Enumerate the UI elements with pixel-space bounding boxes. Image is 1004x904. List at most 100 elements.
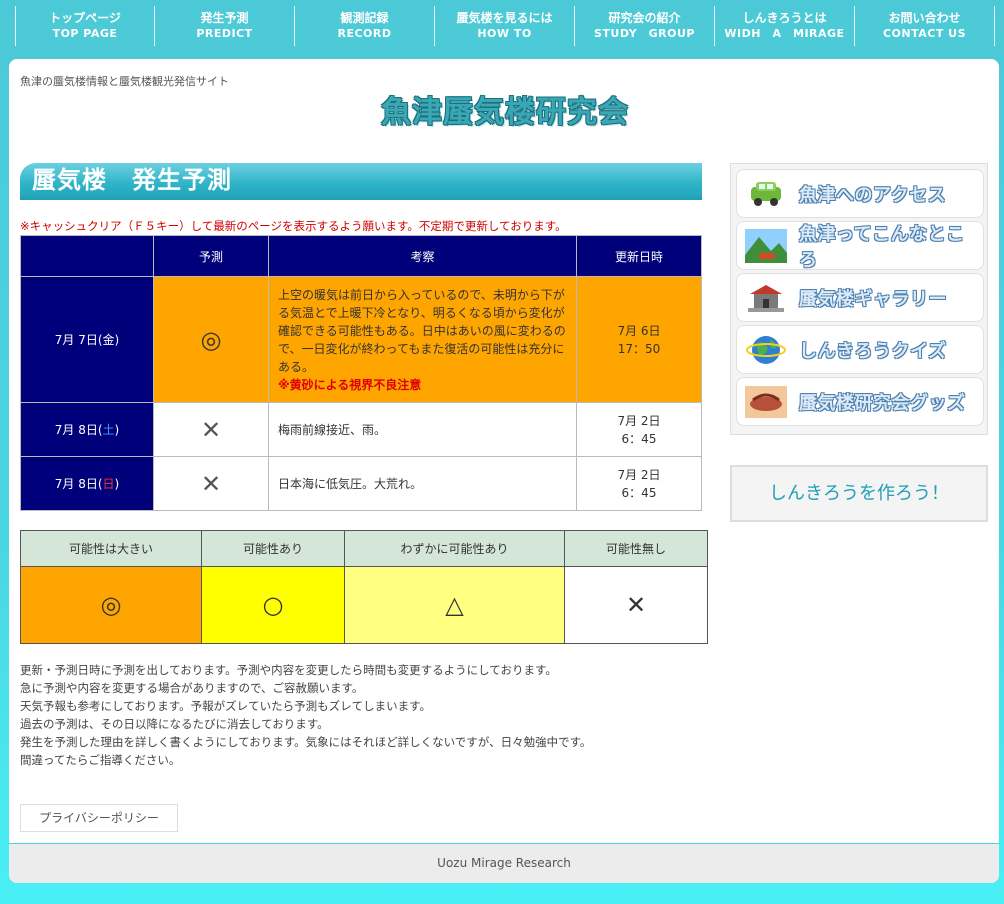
forecast-date: 7月 8日(土) (20, 402, 154, 457)
sidebar: 魚津へのアクセス 魚津ってこんなところ 蜃気楼ギャラリー しんきろうクイズ 蜃気… (730, 163, 988, 435)
nav-label-jp: 蜃気楼を見るには (456, 11, 553, 25)
note-line: 天気予報も参考にしております。予報がズレていたら予測もズレてしまいます。 (20, 699, 432, 713)
nav-item-study-group[interactable]: 研究会の紹介 STUDY GROUP (575, 6, 715, 46)
date-suffix: ) (114, 423, 120, 437)
header-updated: 更新日時 (576, 235, 702, 277)
nav-label-jp: トップページ (49, 11, 121, 25)
nav-label-en: CONTACT US (882, 27, 967, 40)
nav-label-jp: お問い合わせ (888, 11, 961, 25)
warning-text: ※黄砂による視界不良注意 (278, 377, 422, 392)
nav-label-en: PREDICT (196, 27, 253, 40)
nav-item-how-to[interactable]: 蜃気楼を見るには HOW TO (435, 6, 575, 46)
forecast-date: 7月 8日(日) (20, 456, 154, 511)
prediction-mark: ◎ (153, 276, 269, 403)
updated-date: 7月 6日 (617, 323, 661, 338)
car-icon (745, 176, 787, 212)
weekday: 金 (102, 333, 115, 347)
note-line: 間違ってたらご指導ください。 (20, 753, 181, 767)
globe-icon (745, 332, 787, 368)
legend-mark-high: ◎ (20, 566, 202, 644)
prediction-mark: ✕ (153, 402, 269, 457)
sidebar-item-label: 蜃気楼研究会グッズ (799, 392, 966, 414)
legend-mark-slight: △ (344, 566, 565, 644)
nav-item-record[interactable]: 観測記録 RECORD (295, 6, 435, 46)
goods-icon (745, 384, 787, 420)
updated-datetime: 7月 2日 6：45 (576, 456, 702, 511)
sidebar-item-label: 魚津ってこんなところ (799, 223, 965, 271)
weekday: 土 (102, 423, 115, 437)
analysis-text: 上空の暖気は前日から入っているので、未明から下がる気温とで上暖下冷となり、明るく… (278, 287, 566, 374)
legend-header-none: 可能性無し (564, 530, 708, 567)
sidebar-item-gallery[interactable]: 蜃気楼ギャラリー (736, 273, 984, 322)
note-line: 過去の予測は、その日以降になるたびに消去しております。 (20, 717, 329, 731)
updated-date: 7月 2日 (617, 467, 661, 482)
castle-icon (745, 280, 787, 316)
legend-table: 可能性は大きい 可能性あり わずかに可能性あり 可能性無し ◎ ○ △ ✕ (20, 530, 708, 644)
updated-time: 6：45 (621, 485, 657, 500)
forecast-analysis: 日本海に低気圧。大荒れ。 (268, 456, 577, 511)
landscape-icon (745, 228, 787, 264)
legend-header-row: 可能性は大きい 可能性あり わずかに可能性あり 可能性無し (20, 530, 708, 567)
legend-mark-row: ◎ ○ △ ✕ (20, 566, 708, 644)
legend-header-slight: わずかに可能性あり (344, 530, 565, 567)
updated-date: 7月 2日 (617, 413, 661, 428)
nav-label-jp: 発生予測 (200, 11, 249, 25)
date-text: 7月 7日( (54, 333, 103, 347)
site-tagline: 魚津の蜃気楼情報と蜃気楼観光発信サイト (20, 75, 229, 88)
nav-label-jp: 観測記録 (340, 11, 389, 25)
header-prediction: 予測 (153, 235, 269, 277)
note-line: 発生を予測した理由を詳しく書くようにしております。気象にはそれほど詳しくないです… (20, 735, 592, 749)
legend-header-high: 可能性は大きい (20, 530, 202, 567)
nav-item-contact[interactable]: お問い合わせ CONTACT US (855, 6, 995, 46)
prediction-mark: ✕ (153, 456, 269, 511)
legend-mark-possible: ○ (201, 566, 345, 644)
table-row: 7月 7日(金) ◎ 上空の暖気は前日から入っているので、未明から下がる気温とで… (20, 276, 702, 403)
nav-label-en: WIDH A MIRAGE (724, 27, 845, 40)
note-line: 急に予測や内容を変更する場合がありますので、ご容赦願います。 (20, 681, 364, 695)
updated-time: 6：45 (621, 431, 657, 446)
nav-item-top-page[interactable]: トップページ TOP PAGE (15, 6, 155, 46)
cache-notice: ※キャッシュクリア（Ｆ５キー）して最新のページを表示するよう願います。不定期で更… (20, 219, 567, 233)
updated-datetime: 7月 2日 6：45 (576, 402, 702, 457)
privacy-policy-link[interactable]: プライバシーポリシー (20, 804, 178, 832)
table-row: 7月 8日(日) ✕ 日本海に低気圧。大荒れ。 7月 2日 6：45 (20, 456, 702, 511)
forecast-header-row: 予測 考察 更新日時 (20, 235, 702, 277)
page-title: 蜃気楼 発生予測 (20, 163, 702, 200)
site-logo[interactable]: 魚津蜃気楼研究会 (375, 93, 635, 133)
nav-label-jp: 研究会の紹介 (608, 11, 681, 25)
top-navigation: トップページ TOP PAGE 発生予測 PREDICT 観測記録 RECORD… (15, 6, 995, 48)
sidebar-item-label: しんきろうクイズ (799, 340, 947, 362)
header-date (20, 235, 154, 277)
nav-label-en: RECORD (337, 27, 392, 40)
sidebar-item-label: 蜃気楼ギャラリー (799, 288, 947, 310)
nav-label-jp: しんきろうとは (742, 11, 827, 25)
table-row: 7月 8日(土) ✕ 梅雨前線接近、雨。 7月 2日 6：45 (20, 402, 702, 457)
forecast-table: 予測 考察 更新日時 7月 7日(金) ◎ 上空の暖気は前日から入っているので、… (20, 235, 702, 511)
sidebar-item-label: 魚津へのアクセス (799, 184, 947, 206)
sidebar-item-access[interactable]: 魚津へのアクセス (736, 169, 984, 218)
date-text: 7月 8日( (54, 477, 103, 491)
note-line: 更新・予測日時に予測を出しております。予測や内容を変更したら時間も変更するように… (20, 663, 557, 677)
sidebar-item-quiz[interactable]: しんきろうクイズ (736, 325, 984, 374)
date-suffix: ) (114, 333, 120, 347)
legend-header-possible: 可能性あり (201, 530, 345, 567)
nav-item-mirage[interactable]: しんきろうとは WIDH A MIRAGE (715, 6, 855, 46)
forecast-analysis: 上空の暖気は前日から入っているので、未明から下がる気温とで上暖下冷となり、明るく… (268, 276, 577, 403)
weekday: 日 (102, 477, 115, 491)
nav-label-en: TOP PAGE (52, 27, 118, 40)
updated-datetime: 7月 6日 17：50 (576, 276, 702, 403)
make-mirage-button[interactable]: しんきろうを作ろう！ (730, 465, 988, 522)
date-suffix: ) (114, 477, 120, 491)
nav-item-predict[interactable]: 発生予測 PREDICT (155, 6, 295, 46)
footer: Uozu Mirage Research (9, 843, 999, 883)
forecast-analysis: 梅雨前線接近、雨。 (268, 402, 577, 457)
notes: 更新・予測日時に予測を出しております。予測や内容を変更したら時間も変更するように… (20, 661, 591, 769)
nav-label-en: STUDY GROUP (594, 27, 695, 40)
forecast-date: 7月 7日(金) (20, 276, 154, 403)
legend-mark-none: ✕ (564, 566, 708, 644)
date-text: 7月 8日( (54, 423, 103, 437)
sidebar-item-about-uozu[interactable]: 魚津ってこんなところ (736, 221, 984, 271)
sidebar-item-goods[interactable]: 蜃気楼研究会グッズ (736, 377, 984, 426)
nav-label-en: HOW TO (477, 27, 532, 40)
header-analysis: 考察 (268, 235, 577, 277)
